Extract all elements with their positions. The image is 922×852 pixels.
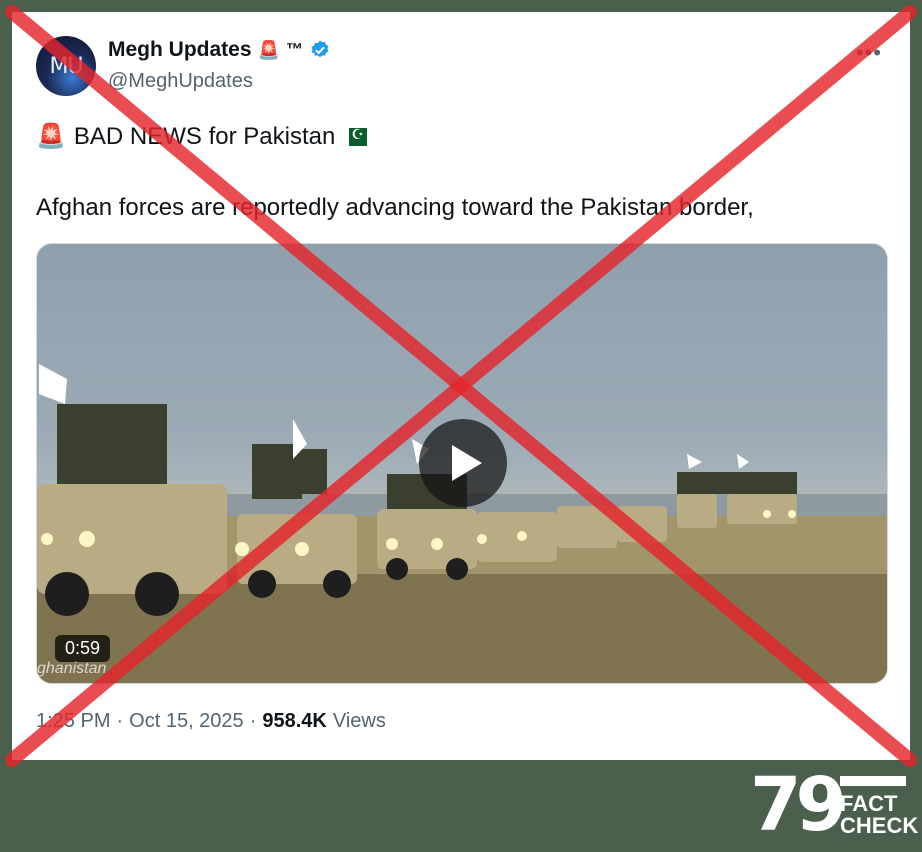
video-player[interactable]: 0:59 ghanistan — [36, 243, 888, 684]
avatar-text: MU — [49, 53, 83, 79]
post-time[interactable]: 1:25 PM — [36, 710, 110, 733]
author-name-row: Megh Updates 🚨 ™ — [108, 38, 331, 62]
headline-text: BAD NEWS for Pakistan — [73, 122, 336, 150]
display-name[interactable]: Megh Updates — [108, 38, 252, 62]
logo-fact-text: FACT — [840, 791, 898, 816]
tweet-body: Afghan forces are reportedly advancing t… — [36, 194, 754, 221]
logo-bar — [840, 776, 906, 786]
user-handle[interactable]: @MeghUpdates — [108, 70, 253, 93]
tweet-headline: 🚨 BAD NEWS for Pakistan — [36, 122, 368, 151]
siren-icon: 🚨 — [36, 123, 66, 150]
video-duration: 0:59 — [55, 635, 111, 662]
logo-number: 79 — [750, 762, 847, 848]
video-watermark: ghanistan — [37, 660, 107, 677]
play-button[interactable] — [419, 419, 507, 507]
pakistan-flag-icon — [343, 126, 368, 146]
play-icon — [452, 445, 482, 481]
logo-check-text: CHECK — [840, 813, 919, 838]
post-date[interactable]: Oct 15, 2025 — [129, 710, 244, 733]
tweet-meta: 1:25 PM · Oct 15, 2025 · 958.4K Views — [36, 710, 386, 733]
trademark-mark: ™ — [285, 40, 303, 59]
views-label: Views — [332, 710, 386, 732]
verified-badge-icon — [311, 40, 329, 58]
avatar[interactable]: MU — [36, 36, 96, 96]
meta-separator: · — [249, 710, 257, 732]
more-options-icon[interactable]: ••• — [856, 40, 882, 66]
siren-icon: 🚨 — [257, 39, 280, 60]
factcheck-logo: 79 FACT CHECK — [750, 762, 918, 848]
meta-separator: · — [116, 710, 124, 732]
tweet-card: MU Megh Updates 🚨 ™ @MeghUpdates ••• 🚨 B… — [12, 12, 910, 760]
views-count: 958.4K — [262, 710, 327, 732]
